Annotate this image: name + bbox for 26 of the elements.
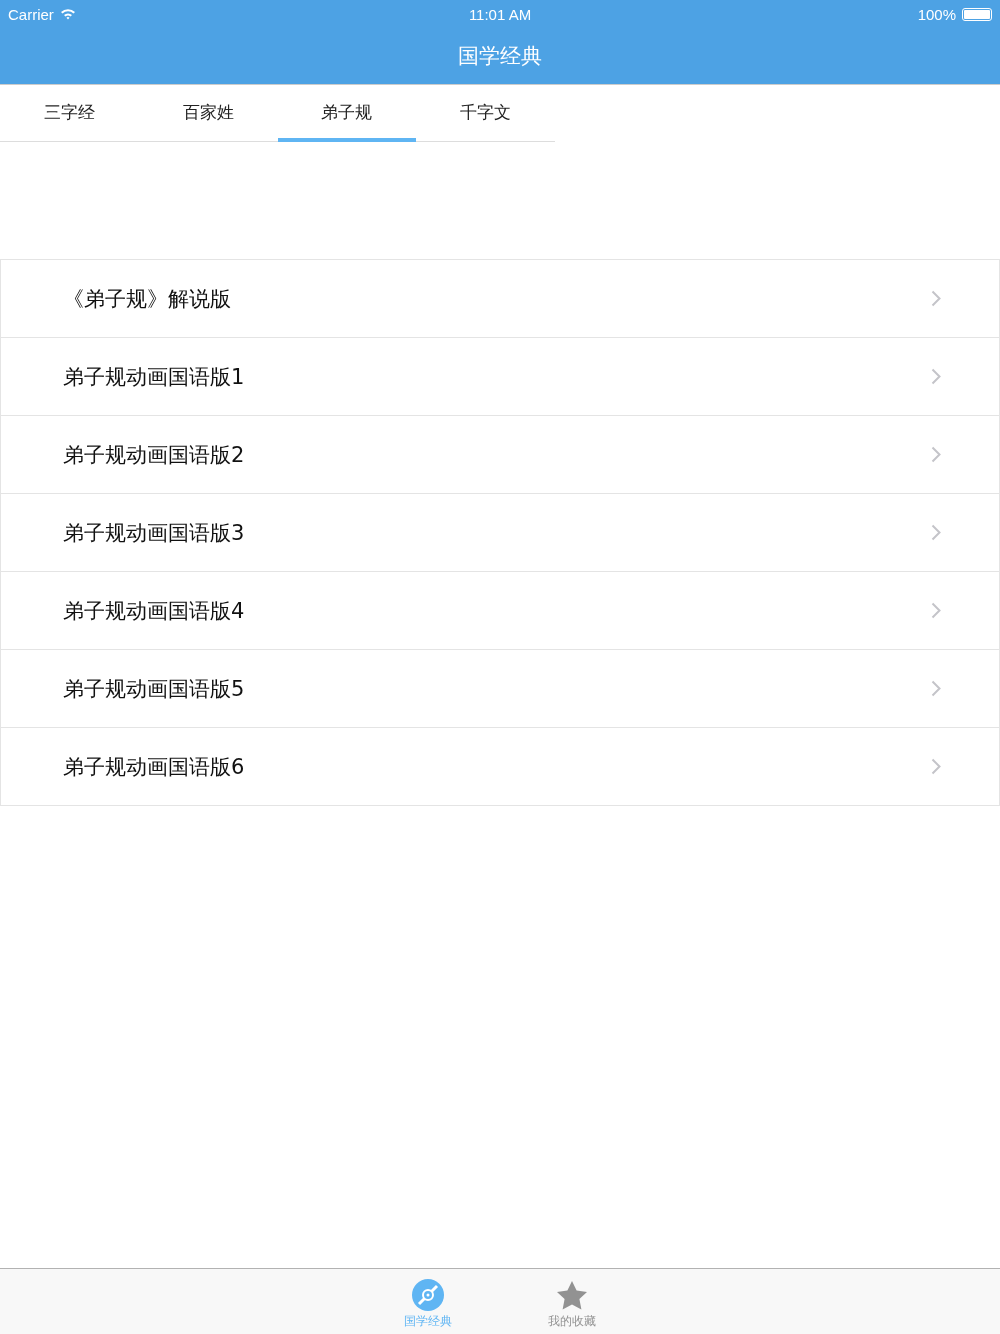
category-tab[interactable]: 百家姓 bbox=[138, 85, 278, 142]
list-row[interactable]: 弟子规动画国语版3 bbox=[1, 494, 999, 572]
category-tab[interactable]: 三字经 bbox=[0, 85, 139, 142]
clock-time: 11:01 AM bbox=[468, 5, 532, 23]
disc-icon bbox=[412, 1279, 444, 1311]
star-icon bbox=[556, 1280, 588, 1311]
battery-icon bbox=[962, 7, 992, 21]
nav-title: 国学经典 bbox=[458, 43, 542, 70]
category-tab[interactable]: 弟子规 bbox=[277, 85, 417, 142]
chevron-icon bbox=[931, 446, 941, 463]
list-row[interactable]: 弟子规动画国语版1 bbox=[1, 338, 999, 416]
wifi-icon bbox=[59, 8, 76, 20]
list-row[interactable]: 《弟子规》解说版 bbox=[1, 260, 999, 338]
category-tab[interactable]: 千字文 bbox=[416, 85, 555, 142]
battery-percent: 100% bbox=[917, 5, 956, 23]
list-row[interactable]: 弟子规动画国语版6 bbox=[1, 728, 999, 806]
chevron-icon bbox=[931, 680, 941, 697]
chevron-icon bbox=[931, 602, 941, 619]
chevron-icon bbox=[931, 758, 941, 775]
chevron-icon bbox=[931, 524, 941, 541]
list-row[interactable]: 弟子规动画国语版4 bbox=[1, 572, 999, 650]
chevron-icon bbox=[931, 368, 941, 385]
list-row[interactable]: 弟子规动画国语版2 bbox=[1, 416, 999, 494]
list-row[interactable]: 弟子规动画国语版5 bbox=[1, 650, 999, 728]
carrier-name: Carrier bbox=[8, 5, 54, 23]
chevron-icon bbox=[931, 290, 941, 307]
